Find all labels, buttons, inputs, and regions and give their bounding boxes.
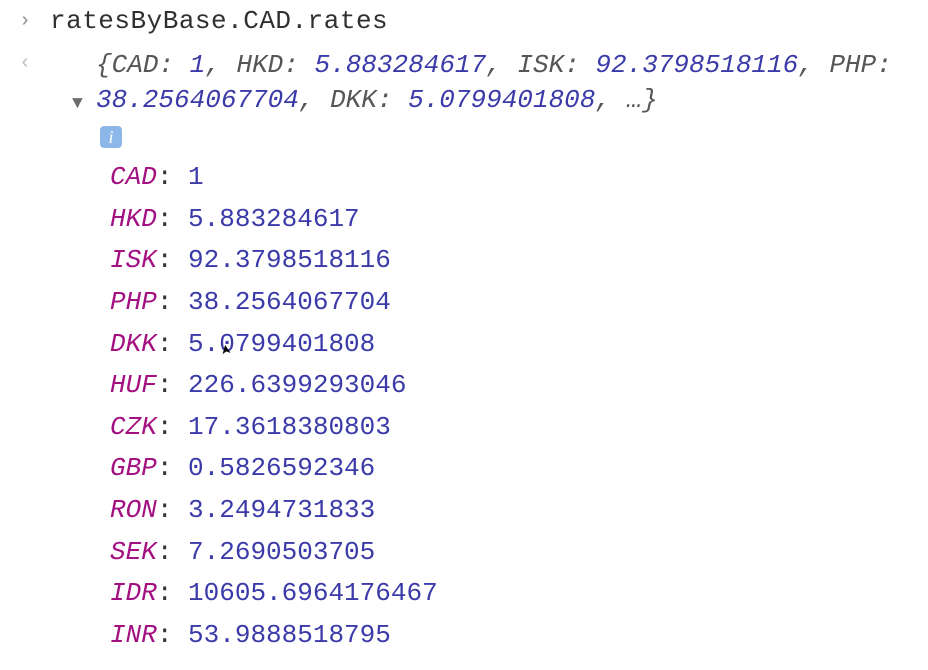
entry-key: HKD [110, 204, 157, 234]
entry-colon: : [157, 370, 188, 400]
entry-colon: : [157, 329, 188, 359]
disclosure-triangle-icon[interactable]: ▼ [72, 94, 83, 114]
info-badge-row: i [72, 118, 928, 151]
object-summary-text[interactable]: {CAD: 1, HKD: 5.883284617, ISK: 92.37985… [96, 48, 928, 118]
object-entry[interactable]: HUF: 226.6399293046 [110, 365, 928, 407]
entry-key: DKK [110, 329, 157, 359]
entry-key: CZK [110, 412, 157, 442]
entry-key: INR [110, 620, 157, 650]
disclosure-column[interactable]: ▼ [72, 48, 96, 116]
entry-key: RON [110, 495, 157, 525]
entry-value: 226.6399293046 [188, 370, 406, 400]
object-entries-list: CAD: 1HKD: 5.883284617ISK: 92.3798518116… [72, 157, 928, 656]
object-entry[interactable]: CZK: 17.3618380803 [110, 407, 928, 449]
entry-colon: : [157, 245, 188, 275]
object-entry[interactable]: RON: 3.2494731833 [110, 490, 928, 532]
entry-colon: : [157, 495, 188, 525]
console-input-row: › ratesByBase.CAD.rates [0, 0, 928, 42]
input-chevron-icon: › [19, 8, 31, 36]
entry-colon: : [157, 162, 188, 192]
entry-colon: : [157, 537, 188, 567]
entry-colon: : [157, 578, 188, 608]
object-entry[interactable]: PHP: 38.2564067704 [110, 282, 928, 324]
entry-value: 10605.6964176467 [188, 578, 438, 608]
entry-value: 53.9888518795 [188, 620, 391, 650]
entry-value: 3.2494731833 [188, 495, 375, 525]
entry-colon: : [157, 287, 188, 317]
entry-key: IDR [110, 578, 157, 608]
entry-key: HUF [110, 370, 157, 400]
console-output-row: ‹ ▼ {CAD: 1, HKD: 5.883284617, ISK: 92.3… [0, 42, 928, 662]
entry-key: ISK [110, 245, 157, 275]
object-entry[interactable]: DKK: 5.0799401808 [110, 324, 928, 366]
entry-value: 38.2564067704 [188, 287, 391, 317]
entry-key: SEK [110, 537, 157, 567]
entry-value: 0.5826592346 [188, 453, 375, 483]
object-entry[interactable]: CAD: 1 [110, 157, 928, 199]
entry-colon: : [157, 204, 188, 234]
entry-value: 17.3618380803 [188, 412, 391, 442]
object-entry[interactable]: GBP: 0.5826592346 [110, 448, 928, 490]
entry-colon: : [157, 453, 188, 483]
entry-value: 1 [188, 162, 204, 192]
info-icon[interactable]: i [100, 126, 122, 148]
entry-value: 7.2690503705 [188, 537, 375, 567]
entry-value: 5.0799401808 [188, 329, 375, 359]
entry-value: 92.3798518116 [188, 245, 391, 275]
input-gutter: › [0, 6, 50, 36]
entry-key: GBP [110, 453, 157, 483]
object-entry[interactable]: IDR: 10605.6964176467 [110, 573, 928, 615]
output-gutter: ‹ [0, 48, 50, 78]
output-chevron-icon: ‹ [19, 50, 31, 78]
object-summary-row[interactable]: ▼ {CAD: 1, HKD: 5.883284617, ISK: 92.379… [72, 48, 928, 118]
object-entry[interactable]: INR: 53.9888518795 [110, 615, 928, 657]
object-entry[interactable]: SEK: 7.2690503705 [110, 532, 928, 574]
object-entry[interactable]: HKD: 5.883284617 [110, 199, 928, 241]
entry-key: PHP [110, 287, 157, 317]
console-input-expression[interactable]: ratesByBase.CAD.rates [50, 6, 388, 36]
console-output-block: ▼ {CAD: 1, HKD: 5.883284617, ISK: 92.379… [50, 48, 928, 656]
entry-colon: : [157, 412, 188, 442]
entry-key: CAD [110, 162, 157, 192]
object-entry[interactable]: ISK: 92.3798518116 [110, 240, 928, 282]
entry-colon: : [157, 620, 188, 650]
entry-value: 5.883284617 [188, 204, 360, 234]
